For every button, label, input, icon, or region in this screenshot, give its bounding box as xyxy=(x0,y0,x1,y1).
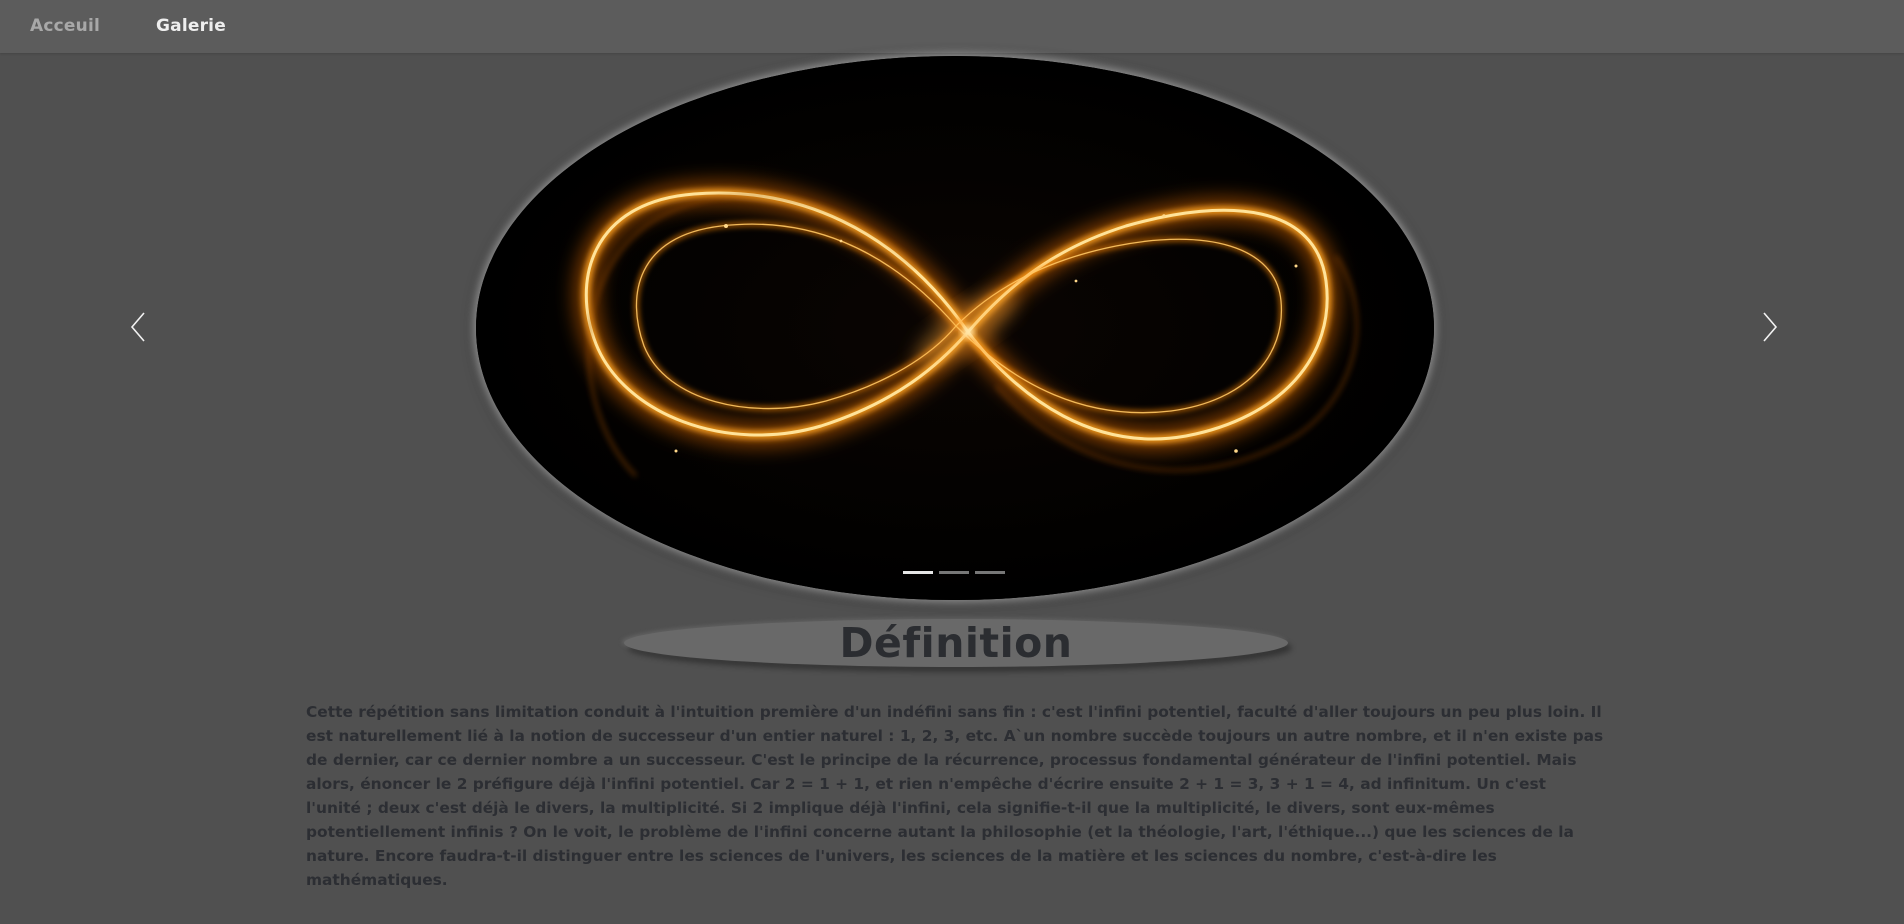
top-navbar: Acceuil Galerie xyxy=(0,0,1904,53)
carousel-prev-button[interactable] xyxy=(118,307,158,347)
carousel-indicator-2[interactable] xyxy=(939,571,969,574)
carousel-slide-image xyxy=(476,56,1434,600)
carousel-indicator-3[interactable] xyxy=(975,571,1005,574)
nav-link-accueil[interactable]: Acceuil xyxy=(30,16,100,36)
nav-link-galerie[interactable]: Galerie xyxy=(156,16,226,36)
carousel-next-button[interactable] xyxy=(1750,307,1790,347)
infinity-symbol-image xyxy=(476,56,1434,600)
definition-paragraph: Cette répétition sans limitation conduit… xyxy=(306,703,1604,889)
section-title: Définition xyxy=(839,619,1073,667)
carousel-indicator-1[interactable] xyxy=(903,571,933,574)
chevron-left-icon xyxy=(130,312,145,342)
chevron-right-icon xyxy=(1763,312,1778,342)
